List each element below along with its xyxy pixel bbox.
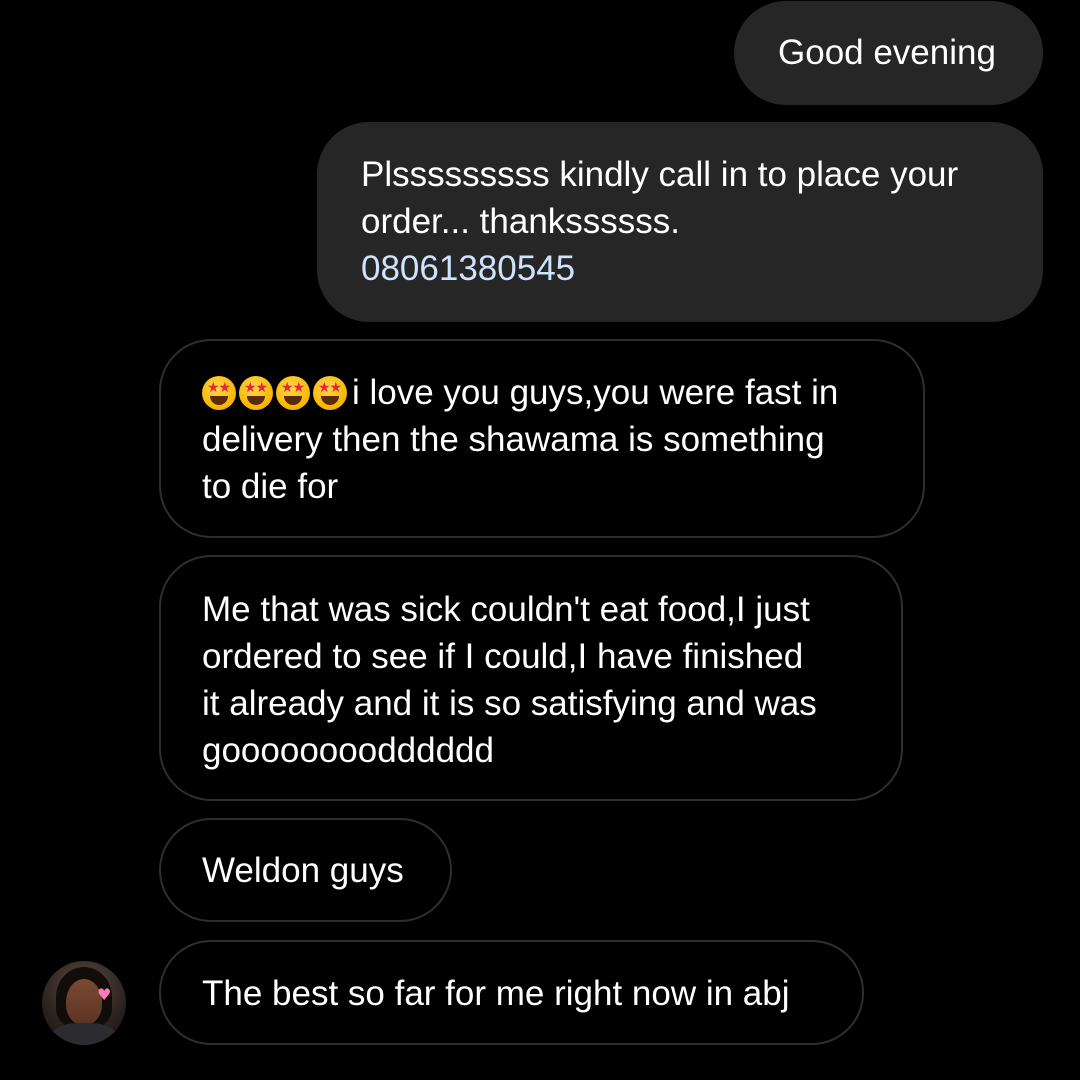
message-text: The best so far for me right now in abj [202,974,790,1013]
message-text: ordered to see if I could,I have finishe… [202,637,804,676]
message-text: delivery then the shawama is something [202,420,825,459]
sent-message-bubble[interactable]: Good evening [734,1,1043,105]
sent-message-bubble[interactable]: Plsssssssss kindly call in to place your… [317,122,1043,322]
received-message-bubble[interactable]: Me that was sick couldn't eat food,I jus… [159,555,903,801]
star-struck-emoji-icon [202,376,236,410]
avatar-body [50,1023,118,1045]
phone-number-link[interactable]: 08061380545 [361,245,1013,292]
message-text: goooooooodddddd [202,731,494,770]
message-text: to die for [202,467,339,506]
star-struck-emoji-icon [313,376,347,410]
message-text: Me that was sick couldn't eat food,I jus… [202,590,810,629]
received-message-bubble[interactable]: The best so far for me right now in abj [159,940,864,1045]
message-text: Weldon guys [202,851,404,890]
received-message-bubble[interactable]: Weldon guys [159,818,452,922]
message-text: Good evening [778,33,996,72]
received-message-bubble[interactable]: i love you guys,you were fast in deliver… [159,339,925,538]
message-line: i love you guys,you were fast in [202,369,893,416]
message-text: it already and it is so satisfying and w… [202,684,817,723]
star-struck-emoji-icon [239,376,273,410]
star-struck-emoji-icon [276,376,310,410]
message-text: Plsssssssss kindly call in to place your [361,155,959,194]
heart-icon: ♥ [97,985,112,1004]
sender-avatar[interactable]: ♥ [42,961,126,1045]
message-text: i love you guys,you were fast in [352,373,839,412]
message-text: order... thankssssss. [361,202,681,241]
emoji-group [202,376,350,410]
